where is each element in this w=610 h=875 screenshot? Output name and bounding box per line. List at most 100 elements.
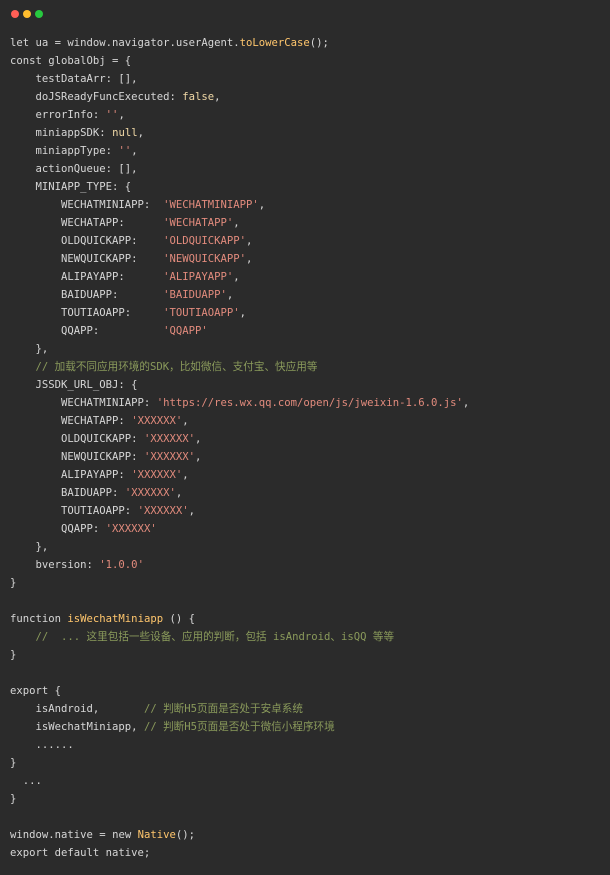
code-token: OLDQUICKAPP: [10, 235, 164, 247]
code-token: NEWQUICKAPP: [10, 451, 144, 463]
code-token: WECHATMINIAPP: [10, 397, 157, 409]
code-token: doJSReadyFuncExecuted: [10, 91, 183, 103]
code-token: false [182, 91, 215, 103]
code-token: 'XXXXXX' [131, 415, 183, 427]
code-token: export default native; [10, 847, 151, 859]
code-token: ...... [10, 739, 74, 751]
code-line: errorInfo: '', [10, 106, 610, 124]
code-token: , [233, 271, 240, 283]
code-line: OLDQUICKAPP: 'OLDQUICKAPP', [10, 232, 610, 250]
code-token: errorInfo: [10, 109, 106, 121]
code-token: window.native = [10, 829, 113, 841]
code-token: 'XXXXXX' [124, 487, 176, 499]
code-token: WECHATMINIAPP: [10, 199, 164, 211]
code-line: doJSReadyFuncExecuted: false, [10, 88, 610, 106]
code-line: }, [10, 340, 610, 358]
code-token: , [233, 217, 240, 229]
code-line: testDataArr: [], [10, 70, 610, 88]
code-comment: // 判断H5页面是否处于安卓系统 [143, 703, 303, 715]
code-token: miniappSDK: [10, 127, 113, 139]
code-token: , [214, 91, 221, 103]
code-token: (); [175, 829, 196, 841]
code-window: let ua = window.navigator.userAgent.toLo… [0, 0, 610, 875]
window-titlebar [0, 0, 610, 28]
code-token: '' [105, 109, 119, 121]
code-comment: // 判断H5页面是否处于微信小程序环境 [143, 721, 335, 733]
code-token: ALIPAYAPP: [10, 469, 132, 481]
code-token: BAIDUAPP: [10, 487, 125, 499]
code-line: const globalObj = { [10, 52, 610, 70]
code-token: 'ALIPAYAPP' [163, 271, 234, 283]
code-line: ... [10, 772, 610, 790]
code-line: } [10, 646, 610, 664]
code-token: , [246, 235, 253, 247]
code-token: toLowerCase [239, 37, 310, 49]
code-line: } [10, 574, 610, 592]
code-line: TOUTIAOAPP: 'TOUTIAOAPP', [10, 304, 610, 322]
code-token: } [10, 793, 17, 805]
code-token: , [137, 127, 144, 139]
code-token: , [182, 415, 189, 427]
code-line: WECHATAPP: 'XXXXXX', [10, 412, 610, 430]
code-token: QQAPP: [10, 325, 164, 337]
code-token: 'BAIDUAPP' [163, 289, 227, 301]
code-line: } [10, 754, 610, 772]
code-token: MINIAPP_TYPE: { [10, 181, 132, 193]
code-token: , [175, 487, 183, 499]
code-token: 'NEWQUICKAPP' [163, 253, 246, 265]
code-line: miniappSDK: null, [10, 124, 610, 142]
minimize-window-icon[interactable] [23, 10, 31, 18]
close-window-icon[interactable] [11, 10, 19, 18]
code-token: } [10, 577, 17, 589]
code-token: }, [10, 541, 49, 553]
code-block: let ua = window.navigator.userAgent.toLo… [10, 34, 610, 862]
code-token: , [239, 307, 247, 319]
code-token: 'XXXXXX' [143, 451, 195, 463]
code-token: NEWQUICKAPP: [10, 253, 164, 265]
code-line: isAndroid, // 判断H5页面是否处于安卓系统 [10, 700, 610, 718]
code-line: isWechatMiniapp, // 判断H5页面是否处于微信小程序环境 [10, 718, 610, 736]
code-line: miniappType: '', [10, 142, 610, 160]
code-token: '1.0.0' [99, 559, 144, 571]
code-line: window.native = new Native(); [10, 826, 610, 844]
code-token: isWechatMiniapp, [10, 721, 144, 733]
code-token: null [112, 127, 138, 139]
zoom-window-icon[interactable] [35, 10, 43, 18]
code-token: 'XXXXXX' [105, 523, 157, 535]
code-token: OLDQUICKAPP: [10, 433, 144, 445]
code-token: ALIPAYAPP: [10, 271, 164, 283]
code-token: , [258, 199, 266, 211]
code-token: actionQueue: [], [10, 163, 138, 175]
code-token: (); [309, 37, 329, 49]
code-line: OLDQUICKAPP: 'XXXXXX', [10, 430, 610, 448]
code-token: export { [10, 685, 62, 697]
code-line: export default native; [10, 844, 610, 862]
code-token: , [188, 505, 195, 517]
code-line: WECHATMINIAPP: 'https://res.wx.qq.com/op… [10, 394, 610, 412]
code-line: BAIDUAPP: 'XXXXXX', [10, 484, 610, 502]
code-line: WECHATAPP: 'WECHATAPP', [10, 214, 610, 232]
code-token: isWechatMiniapp [67, 613, 164, 625]
code-token: WECHATAPP: [10, 415, 132, 427]
code-token: , [462, 397, 470, 409]
code-line: bversion: '1.0.0' [10, 556, 610, 574]
code-token: , [182, 469, 189, 481]
code-comment: // ... 这里包括一些设备、应用的判断，包括 isAndroid、isQQ … [10, 631, 395, 643]
code-line: QQAPP: 'QQAPP' [10, 322, 610, 340]
code-line: ALIPAYAPP: 'XXXXXX', [10, 466, 610, 484]
code-token: Native [137, 829, 176, 841]
code-token: , [118, 109, 125, 121]
code-token: 'https://res.wx.qq.com/open/js/jweixin-1… [156, 397, 463, 409]
code-token: ... [10, 775, 42, 787]
code-line: MINIAPP_TYPE: { [10, 178, 610, 196]
code-line: let ua = window.navigator.userAgent.toLo… [10, 34, 610, 52]
code-token: bversion: [10, 559, 100, 571]
code-line: } [10, 790, 610, 808]
code-token: 'XXXXXX' [131, 469, 183, 481]
code-token: TOUTIAOAPP: [10, 307, 164, 319]
code-line: BAIDUAPP: 'BAIDUAPP', [10, 286, 610, 304]
code-comment: // 加载不同应用环境的SDK，比如微信、支付宝、快应用等 [10, 361, 318, 373]
